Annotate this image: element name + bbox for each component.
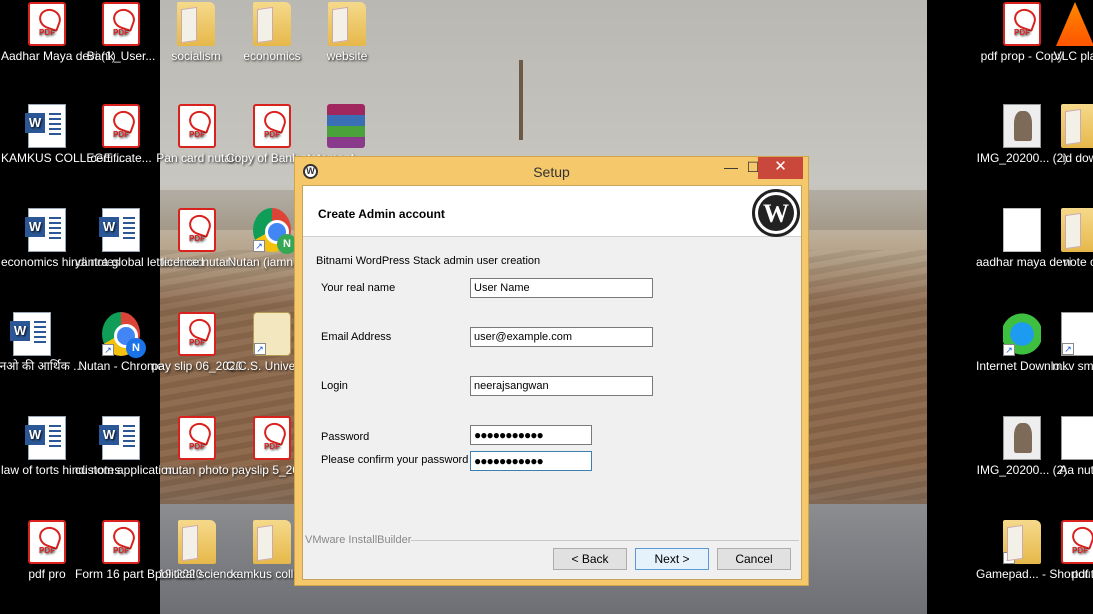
desktop-icon[interactable]: ↗ mkv smart [1050, 312, 1093, 374]
desktop-icon[interactable]: PDF pdf [1050, 520, 1093, 582]
pdf-file-icon: PDF [178, 312, 216, 356]
pdf-file-icon: PDF [253, 416, 291, 460]
university-seal-icon: ↗ [253, 312, 291, 356]
chrome-icon: N ↗ [253, 208, 297, 254]
desktop-icon[interactable]: note o [1050, 208, 1093, 270]
folder-icon: ↗ [1003, 520, 1041, 564]
pdf-file-icon: PDF [178, 104, 216, 148]
login-field[interactable] [470, 376, 653, 396]
cancel-button[interactable]: Cancel [717, 548, 791, 570]
pdf-file-icon: PDF [178, 208, 216, 252]
folder-icon [253, 2, 291, 46]
close-button[interactable]: ✕ [758, 157, 803, 179]
document-file-icon [1061, 416, 1093, 460]
word-document-icon [99, 208, 140, 252]
dialog-header: Create Admin account W [303, 186, 801, 237]
folder-icon [328, 2, 366, 46]
wordpress-logo-icon: W [752, 189, 800, 237]
video-file-icon: ↗ [1061, 312, 1093, 356]
download-manager-icon: ↗ [1003, 312, 1041, 356]
real-name-label: Your real name [321, 282, 396, 294]
image-file-icon [1003, 416, 1041, 460]
password-label: Password [321, 431, 370, 443]
folder-icon [1061, 104, 1093, 148]
desktop-icon[interactable]: यूएनओ की आर्थिक ... [0, 312, 83, 374]
title-bar[interactable]: W Setup — ☐ ✕ [295, 157, 808, 185]
image-file-icon [1003, 104, 1041, 148]
login-label: Login [321, 380, 348, 392]
folder-icon [177, 2, 215, 46]
password-field[interactable]: ●●●●●●●●●●● [470, 425, 592, 445]
word-document-icon [25, 208, 66, 252]
back-button[interactable]: < Back [553, 548, 627, 570]
page-title: Create Admin account [318, 207, 445, 221]
pdf-file-icon: PDF [102, 520, 140, 564]
winrar-archive-icon [327, 104, 365, 148]
pdf-file-icon: PDF [28, 2, 66, 46]
word-document-icon [25, 416, 66, 460]
chrome-icon: N ↗ [102, 312, 146, 358]
word-document-icon [10, 312, 51, 356]
email-field[interactable] [470, 327, 653, 347]
setup-dialog: W Setup — ☐ ✕ Create Admin account W Bit… [294, 156, 809, 586]
word-document-icon [99, 416, 140, 460]
desktop-icon[interactable]: Aa nuta [1050, 416, 1093, 478]
email-label: Email Address [321, 331, 392, 343]
pdf-file-icon: PDF [253, 104, 291, 148]
desktop-icon[interactable]: website [301, 2, 393, 64]
real-name-field[interactable] [470, 278, 653, 298]
section-label: Bitnami WordPress Stack admin user creat… [316, 255, 541, 267]
desktop-icon[interactable]: id dow [1050, 104, 1093, 166]
folder-icon [253, 520, 291, 564]
confirm-password-field[interactable]: ●●●●●●●●●●● [470, 451, 592, 471]
divider [411, 540, 799, 541]
desktop-icon[interactable]: VLC pla [1040, 2, 1093, 64]
pdf-file-icon: PDF [178, 416, 216, 460]
folder-icon [1061, 208, 1093, 252]
dialog-body: Create Admin account W Bitnami WordPress… [302, 185, 802, 580]
confirm-password-label: Please confirm your password [321, 454, 469, 466]
pdf-file-icon: PDF [1061, 520, 1093, 564]
blank-file-icon [1003, 208, 1041, 252]
folder-icon [178, 520, 216, 564]
installer-branding: VMware InstallBuilder [305, 534, 412, 546]
desktop-icon[interactable] [300, 104, 392, 151]
pdf-file-icon: PDF [102, 2, 140, 46]
next-button[interactable]: Next > [635, 548, 709, 570]
vlc-icon [1056, 2, 1093, 46]
pdf-file-icon: PDF [102, 104, 140, 148]
pdf-file-icon: PDF [1003, 2, 1041, 46]
word-document-icon [25, 104, 66, 148]
pdf-file-icon: PDF [28, 520, 66, 564]
